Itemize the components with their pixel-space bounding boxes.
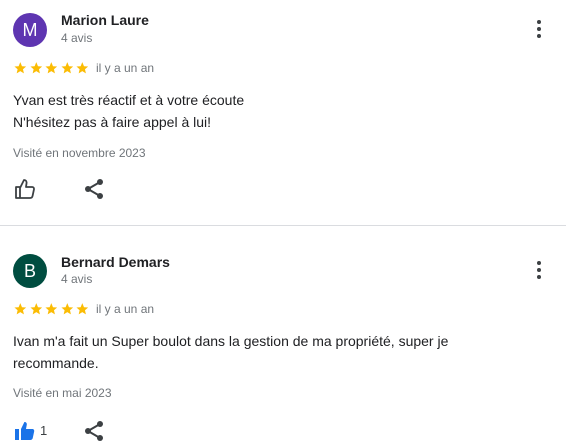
review-text-line: Ivan m'a fait un Super boulot dans la ge… [13,333,449,349]
review-card: M Marion Laure 4 avis il y a un an Yvan … [0,0,566,226]
star-icon [30,62,42,74]
reviewer-review-count: 4 avis [61,272,93,286]
thumbs-up-filled-icon[interactable] [13,419,37,443]
star-icon [76,62,89,74]
visit-date: Visité en novembre 2023 [13,146,146,160]
star-rating [13,302,90,316]
star-icon [61,303,73,315]
reviewer-review-count: 4 avis [61,31,93,45]
share-icon[interactable] [82,177,106,201]
review-date: il y a un an [96,302,155,316]
star-rating [13,61,90,75]
avatar[interactable]: B [13,254,47,288]
reviewer-name[interactable]: Marion Laure [61,12,149,28]
review-text-line: Yvan est très réactif et à votre écoute [13,92,245,108]
review-text-line: recommande. [13,355,99,371]
star-icon [61,62,73,74]
share-icon[interactable] [82,419,106,443]
more-options-icon[interactable] [527,17,551,41]
review-card: B Bernard Demars 4 avis il y a un an Iva… [0,226,566,447]
review-text: Yvan est très réactif et à votre écoute … [13,89,244,133]
review-text-line: N'hésitez pas à faire appel à lui! [13,114,212,130]
reviewer-name[interactable]: Bernard Demars [61,254,170,270]
more-options-icon[interactable] [527,258,551,282]
star-icon [76,303,89,315]
star-icon [14,62,27,74]
visit-date: Visité en mai 2023 [13,386,112,400]
star-icon [30,303,42,315]
like-count: 1 [40,423,48,438]
star-icon [45,303,58,315]
star-icon [14,303,27,315]
review-date: il y a un an [96,61,155,75]
avatar[interactable]: M [13,13,47,47]
thumbs-up-outline-icon[interactable] [13,177,37,201]
review-text: Ivan m'a fait un Super boulot dans la ge… [13,330,448,374]
star-icon [45,62,58,74]
